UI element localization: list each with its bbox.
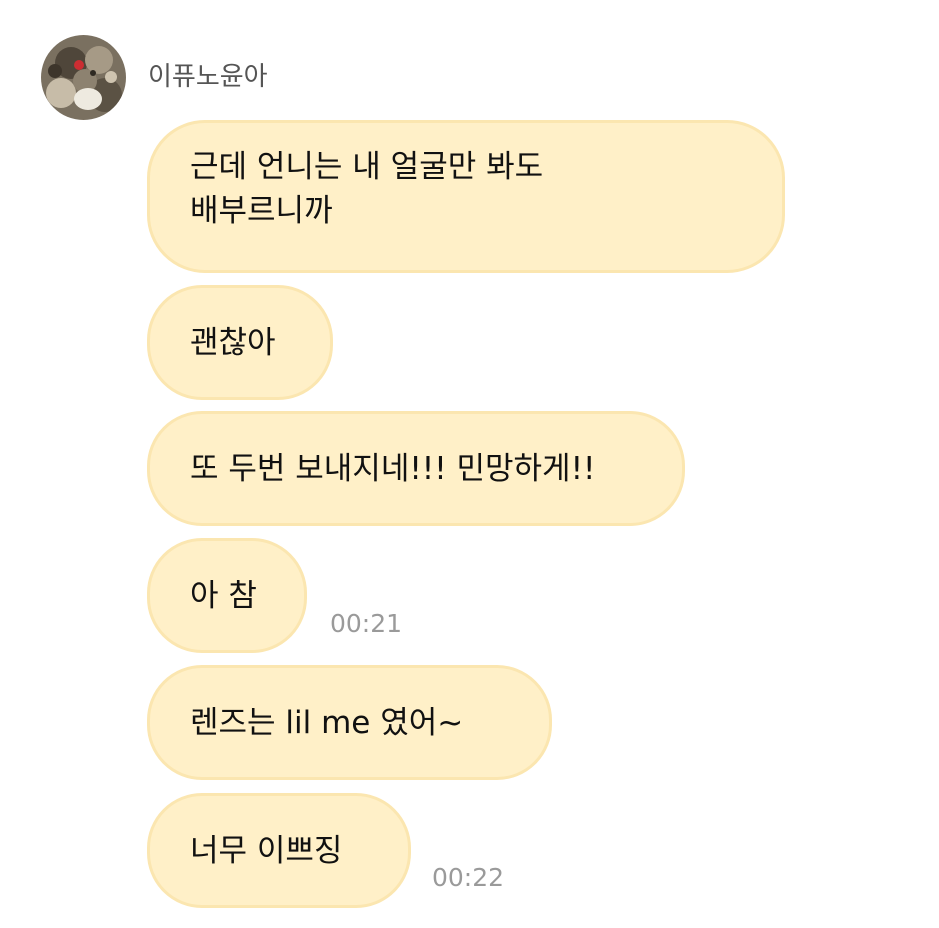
avatar[interactable]: [41, 35, 126, 120]
message-text: 근데 언니는 내 얼굴만 봐도 배부르니까: [190, 145, 543, 233]
message-text: 아 참: [190, 577, 257, 614]
message-bubble[interactable]: 근데 언니는 내 얼굴만 봐도 배부르니까: [147, 120, 785, 273]
message-text: 렌즈는 lil me 였어~: [190, 704, 464, 741]
message-timestamp: 00:22: [432, 863, 505, 892]
message-bubble[interactable]: 괜찮아: [147, 285, 333, 400]
message-text: 너무 이쁘징: [190, 832, 343, 869]
message-timestamp: 00:21: [330, 609, 403, 638]
message-line: 배부르니까: [190, 193, 333, 229]
message-bubble[interactable]: 또 두번 보내지네!!! 민망하게!!: [147, 411, 685, 526]
message-bubble[interactable]: 아 참: [147, 538, 307, 653]
message-bubble[interactable]: 렌즈는 lil me 였어~: [147, 665, 552, 780]
message-text: 또 두번 보내지네!!! 민망하게!!: [190, 450, 596, 487]
sender-name: 이퓨노윤아: [148, 62, 268, 92]
profile-photo-icon: [41, 35, 126, 120]
message-line: 근데 언니는 내 얼굴만 봐도: [190, 149, 544, 185]
message-bubble[interactable]: 너무 이쁘징: [147, 793, 411, 908]
message-text: 괜찮아: [190, 324, 276, 361]
